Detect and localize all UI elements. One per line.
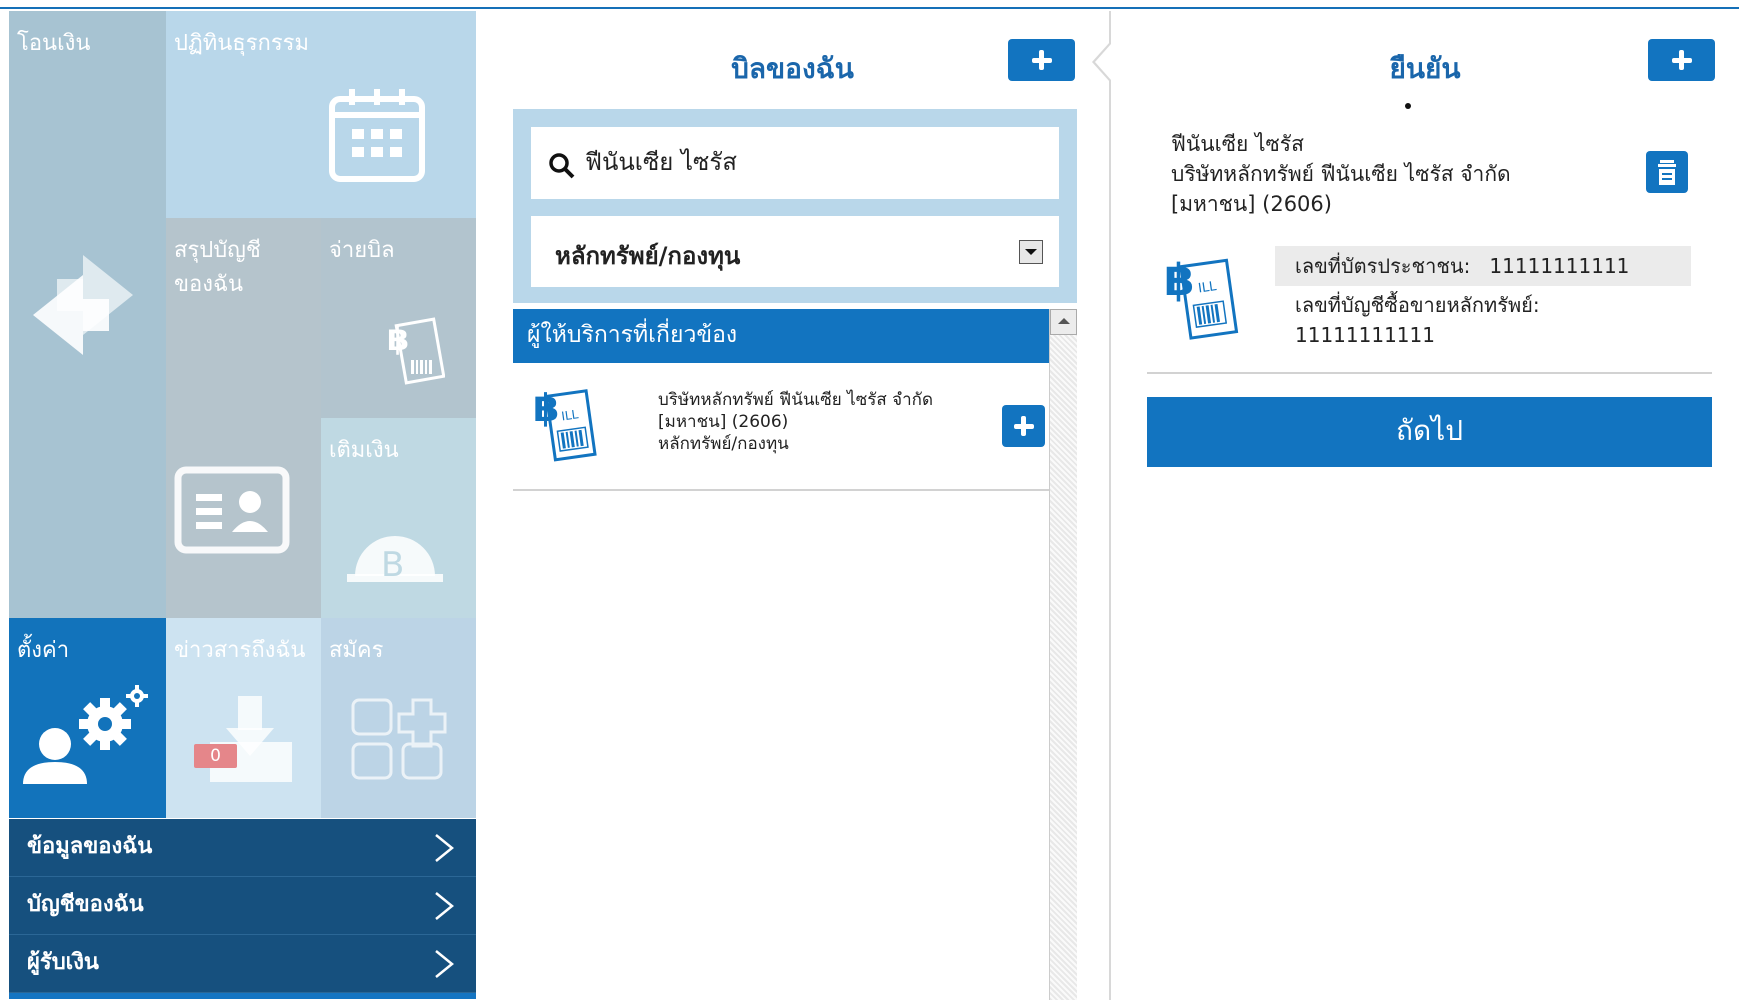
svg-text:ILL: ILL [1197, 279, 1218, 297]
tile-summary-label: สรุปบัญชี ของฉัน [174, 238, 261, 297]
confirm-title: ยืนยัน [1389, 52, 1461, 85]
menu-item-label: บัญชีของฉัน [27, 892, 144, 917]
tile-settings[interactable]: ตั้งค่า [9, 618, 166, 818]
coin-icon: B [347, 536, 443, 582]
settings-menu: ข้อมูลของฉัน บัญชีของฉัน ผู้รับเงิน [9, 819, 476, 999]
trash-icon [1658, 160, 1676, 185]
my-bills-panel: บิลของฉัน ฟีนันเซีย ไซรัส หลักทรัพย์/กอง… [476, 11, 1109, 1000]
chevron-right-icon [435, 892, 454, 920]
next-button[interactable]: ถัดไป [1147, 397, 1712, 467]
top-border [0, 0, 1739, 9]
category-selected-value: หลักทรัพย์/กองทุน [555, 242, 741, 270]
separator [1147, 372, 1712, 374]
tile-activity-label: ปฏิทินธุรกรรม [174, 31, 309, 56]
tile-news-label: ข่าวสารถึงฉัน [174, 638, 306, 663]
providers-scrollbar[interactable] [1049, 309, 1077, 1000]
divider-notch-inner [1095, 44, 1111, 80]
calendar-icon [329, 89, 425, 182]
biller-search-input[interactable]: ฟีนันเซีย ไซรัส [531, 127, 1059, 199]
svg-text:ILL: ILL [560, 407, 579, 423]
provider-name: บริษัทหลักทรัพย์ ฟีนันเซีย ไซรัส จำกัด [658, 390, 933, 410]
chevron-right-icon [435, 834, 454, 862]
provider-code: [มหาชน] (2606) [658, 412, 789, 432]
id-card-label: เลขที่บัตรประชาชน: [1295, 254, 1471, 278]
tile-register-label: สมัคร [329, 638, 384, 663]
id-card-row: เลขที่บัตรประชาชน: 11111111111 [1275, 246, 1691, 286]
trading-account-value: 11111111111 [1295, 323, 1435, 347]
menu-item-payees[interactable]: ผู้รับเงิน [9, 935, 476, 993]
scroll-up-button[interactable] [1050, 309, 1077, 335]
delete-biller-button[interactable] [1646, 151, 1688, 193]
id-card-icon [174, 466, 290, 554]
add-button[interactable] [1648, 39, 1715, 81]
provider-category: หลักทรัพย์/กองทุน [658, 434, 789, 454]
svg-text:฿: ฿ [533, 386, 559, 430]
bill-icon: ILL ฿ [533, 386, 597, 462]
tile-transaction-calendar[interactable]: ปฏิทินธุรกรรม [166, 11, 476, 218]
biller-code: [มหาชน] (2606) [1171, 192, 1332, 216]
tile-news[interactable]: ข่าวสารถึงฉัน [166, 618, 321, 818]
provider-list-item[interactable]: ILL ฿ บริษัทหลักทรัพย์ ฟีนันเซีย ไซรัส จ… [513, 363, 1049, 491]
dropdown-arrow-icon[interactable] [1019, 240, 1043, 264]
menu-item-label: ผู้รับเงิน [27, 950, 99, 975]
news-count-badge: 0 [194, 744, 237, 768]
menu-item-my-info[interactable]: ข้อมูลของฉัน [9, 819, 476, 877]
biller-full-name: บริษัทหลักทรัพย์ ฟีนันเซีย ไซรัส จำกัด [1171, 162, 1511, 186]
biller-short-name: ฟีนันเซีย ไซรัส [1171, 132, 1304, 156]
tile-account-summary[interactable]: สรุปบัญชี ของฉัน [166, 218, 321, 618]
biller-reference-info: เลขที่บัตรประชาชน: 11111111111 เลขที่บัญ… [1275, 246, 1691, 350]
tile-settings-label: ตั้งค่า [17, 638, 70, 663]
tile-panel: โอนเงิน ปฏิทินธุรกรรม สรุปบัญชี ของฉัน จ… [9, 11, 476, 1000]
svg-text:฿: ฿ [387, 320, 409, 358]
svg-text:B: B [381, 545, 404, 582]
transfer-icon [33, 255, 133, 355]
inbox-icon [210, 696, 292, 782]
tile-top-up[interactable]: เติมเงิน B [321, 418, 476, 618]
confirm-panel: ยืนยัน ฟีนันเซีย ไซรัส บริษัทหลักทรัพย์ … [1111, 11, 1739, 1000]
apps-plus-icon [351, 698, 447, 780]
trading-account-row: เลขที่บัญชีซื้อขายหลักทรัพย์: 1111111111… [1275, 290, 1691, 350]
bill-icon: ILL ฿ [1164, 255, 1239, 340]
tile-register[interactable]: สมัคร [321, 618, 476, 818]
page-indicator-dot [1405, 103, 1411, 109]
menu-item-label: ข้อมูลของฉัน [27, 834, 153, 859]
menu-item-my-accounts[interactable]: บัญชีของฉัน [9, 877, 476, 935]
tile-transfer[interactable]: โอนเงิน [9, 11, 166, 618]
related-providers-header: ผู้ให้บริการที่เกี่ยวข้อง [513, 309, 1049, 363]
tile-topup-label: เติมเงิน [329, 438, 399, 463]
selected-biller: ฟีนันเซีย ไซรัส บริษัทหลักทรัพย์ ฟีนันเซ… [1171, 129, 1611, 219]
bill-icon: ฿ [387, 317, 445, 385]
id-card-value: 11111111111 [1489, 254, 1630, 278]
category-select[interactable]: หลักทรัพย์/กองทุน [531, 216, 1059, 287]
search-value: ฟีนันเซีย ไซรัส [585, 148, 737, 176]
menu-bottom-bar [9, 993, 476, 999]
gears-icon [23, 685, 148, 784]
add-bill-button[interactable] [1008, 39, 1075, 81]
tile-transfer-label: โอนเงิน [17, 31, 91, 56]
bill-filter-box: ฟีนันเซีย ไซรัส หลักทรัพย์/กองทุน [513, 109, 1077, 303]
provider-text: บริษัทหลักทรัพย์ ฟีนันเซีย ไซรัส จำกัด [… [658, 389, 988, 455]
svg-text:฿: ฿ [1164, 255, 1195, 306]
tile-pay-bill[interactable]: จ่ายบิล ฿ [321, 218, 476, 418]
add-provider-button[interactable] [1002, 405, 1045, 447]
chevron-right-icon [435, 950, 454, 978]
trading-account-label: เลขที่บัญชีซื้อขายหลักทรัพย์: [1295, 293, 1540, 317]
search-icon [549, 153, 575, 179]
tile-paybill-label: จ่ายบิล [329, 238, 395, 263]
